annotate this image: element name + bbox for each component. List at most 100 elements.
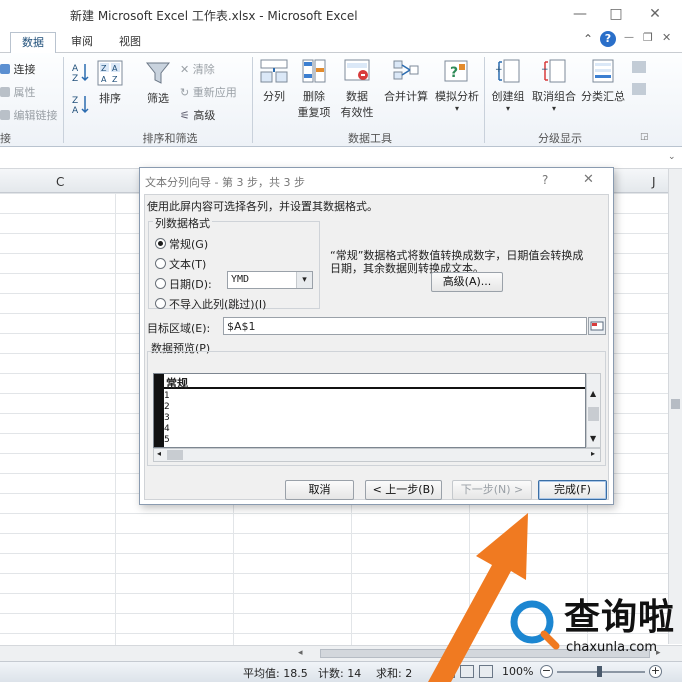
svg-text:Z: Z	[101, 64, 107, 73]
consolidate-button[interactable]: 合并计算	[382, 57, 430, 104]
sort-button[interactable]: ZAAZ 排序	[95, 59, 125, 106]
preview-rows: 1 2 3 4 5	[164, 391, 170, 446]
preview-scroll-thumb[interactable]	[588, 407, 599, 421]
text-import-wizard-dialog: 文本分列向导 - 第 3 步，共 3 步 ? ✕ 使用此屏内容可选择各列，并设置…	[139, 167, 614, 505]
preview-hscroll-thumb[interactable]	[167, 450, 183, 460]
reapply-label: 重新应用	[192, 86, 237, 99]
scroll-left-icon[interactable]: ◂	[298, 648, 303, 658]
dialog-close-icon[interactable]: ✕	[583, 172, 594, 187]
tab-review[interactable]: 审阅	[60, 32, 104, 53]
what-if-analysis-button[interactable]: ? 模拟分析 ▾	[432, 57, 482, 113]
dialog-launcher-icon[interactable]: ◲	[640, 132, 649, 142]
svg-text:A: A	[72, 106, 79, 115]
clear-button[interactable]: ✕ 清除	[180, 61, 215, 77]
date-format-value: YMD	[231, 274, 250, 285]
status-average: 平均值: 18.5	[243, 667, 308, 680]
data-tools-group-label: 数据工具	[348, 132, 392, 145]
remove-duplicates-button[interactable]: 删除 重复项	[294, 57, 334, 120]
doc-restore-icon[interactable]: ❐	[643, 31, 653, 44]
whatif-dropdown-icon: ▾	[454, 104, 459, 113]
finish-button[interactable]: 完成(F)	[538, 480, 607, 500]
advanced-button[interactable]: 高级(A)...	[431, 272, 503, 292]
svg-text:Z: Z	[72, 96, 78, 106]
doc-close-icon[interactable]: ✕	[662, 31, 671, 44]
scroll-up-icon[interactable]: ▲	[590, 389, 596, 398]
dialog-help-icon[interactable]: ?	[542, 173, 548, 187]
column-header-c[interactable]: C	[56, 175, 64, 189]
subtotal-icon	[592, 59, 614, 83]
sort-za-icon[interactable]: ZA	[70, 93, 92, 116]
filter-button[interactable]: 筛选	[140, 59, 176, 106]
doc-minimize-icon[interactable]: —	[624, 32, 634, 43]
preview-column-header[interactable]: 常规	[166, 375, 188, 391]
preview-horizontal-scrollbar[interactable]: ◂ ▸	[153, 448, 601, 462]
preview-row: 5	[164, 435, 170, 445]
close-window-button[interactable]: ✕	[640, 4, 670, 24]
vertical-scrollbar[interactable]	[668, 169, 682, 644]
next-button[interactable]: 下一步(N) >	[452, 480, 532, 500]
column-format-label: 列数据格式	[153, 215, 212, 231]
date-format-select[interactable]: YMD ▾	[227, 271, 313, 289]
connections-label: 连接	[13, 63, 36, 76]
chevron-down-icon[interactable]: ▾	[296, 272, 312, 288]
column-header-j[interactable]: J	[652, 175, 656, 189]
remove-dup-label-2: 重复项	[297, 106, 331, 119]
sort-label: 排序	[99, 92, 121, 105]
radio-date[interactable]: 日期(D):	[155, 276, 212, 292]
title-bar: 新建 Microsoft Excel 工作表.xlsx - Microsoft …	[0, 0, 682, 28]
sort-az-icon[interactable]: AZ	[70, 61, 92, 84]
preview-vertical-scrollbar[interactable]: ▲ ▼	[586, 373, 601, 448]
data-validation-button[interactable]: 数据 有效性	[336, 57, 378, 120]
zoom-slider-thumb[interactable]	[597, 666, 602, 677]
group-rows-icon: +	[495, 59, 520, 83]
what-if-icon: ?	[444, 60, 468, 82]
minimize-button[interactable]: —	[565, 4, 595, 24]
edit-links-button[interactable]: 编辑链接	[0, 107, 58, 123]
help-icon[interactable]: ?	[600, 31, 616, 47]
advanced-filter-button[interactable]: ⚟ 高级	[180, 107, 215, 123]
connections-button[interactable]: 连接	[0, 61, 36, 77]
scroll-left-icon[interactable]: ◂	[157, 449, 161, 458]
subtotal-button[interactable]: 分类汇总	[578, 57, 628, 104]
radio-skip[interactable]: 不导入此列(跳过)(I)	[155, 296, 266, 312]
ribbon-collapse-icon[interactable]: ⌃	[583, 32, 593, 46]
zoom-out-icon[interactable]: −	[540, 665, 553, 678]
ungroup-dropdown-icon: ▾	[551, 104, 556, 113]
data-preview-panel[interactable]: 常规 1 2 3 4 5	[153, 373, 586, 448]
connections-group-label: 接	[0, 132, 11, 145]
reapply-button[interactable]: ↻ 重新应用	[180, 84, 237, 100]
destination-input[interactable]: $A$1	[223, 317, 587, 335]
sort-filter-group-label: 排序和筛选	[142, 132, 198, 145]
destination-value: $A$1	[227, 320, 256, 333]
radio-text[interactable]: 文本(T)	[155, 256, 206, 272]
properties-button[interactable]: 属性	[0, 84, 36, 100]
scroll-thumb[interactable]	[671, 399, 680, 409]
zoom-in-icon[interactable]: +	[649, 665, 662, 678]
hide-detail-icon[interactable]	[632, 83, 646, 95]
show-detail-icon[interactable]	[632, 61, 646, 73]
preview-row: 4	[164, 424, 170, 434]
cancel-button[interactable]: 取消	[285, 480, 354, 500]
ribbon: 连接 属性 编辑链接 接 AZ ZA ZAAZ 排序 筛选 ✕ 清除 ↻ 重新应…	[0, 53, 682, 147]
group-button[interactable]: + 创建组 ▾	[488, 57, 528, 113]
radio-general-label: 常规(G)	[169, 238, 209, 251]
filter-label: 筛选	[147, 92, 169, 105]
tab-data[interactable]: 数据	[10, 32, 56, 54]
maximize-button[interactable]: □	[601, 4, 631, 24]
dialog-intro: 使用此屏内容可选择各列，并设置其数据格式。	[147, 200, 378, 213]
text-to-columns-button[interactable]: 分列	[257, 57, 291, 104]
preview-selected-column[interactable]	[154, 374, 164, 447]
collapse-dialog-button[interactable]	[588, 317, 606, 335]
formula-expand-icon[interactable]: ⌄	[668, 152, 676, 162]
back-button[interactable]: < 上一步(B)	[365, 480, 442, 500]
ungroup-button[interactable]: − 取消组合 ▾	[530, 57, 578, 113]
scroll-down-icon[interactable]: ▼	[590, 434, 596, 443]
properties-icon	[0, 87, 10, 97]
tab-view[interactable]: 视图	[108, 32, 152, 53]
funnel-icon	[145, 62, 171, 84]
radio-general[interactable]: 常规(G)	[155, 236, 208, 252]
preview-row: 3	[164, 413, 170, 423]
clear-filter-icon: ✕	[180, 63, 190, 76]
preview-row: 2	[164, 402, 170, 412]
scroll-right-icon[interactable]: ▸	[591, 449, 595, 458]
